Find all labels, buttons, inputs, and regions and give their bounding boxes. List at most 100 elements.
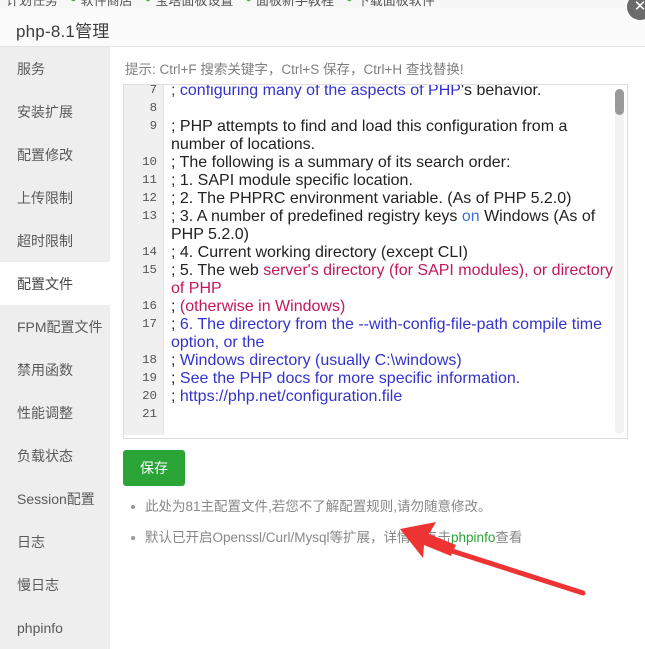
sidebar-item-label: FPM配置文件 xyxy=(17,318,103,335)
sidebar-item-performance-tuning[interactable]: 性能调整 xyxy=(0,391,110,434)
sidebar-item-install-extension[interactable]: 安装扩展 xyxy=(0,90,110,133)
sidebar-item-config-file[interactable]: 配置文件 xyxy=(0,262,110,305)
code-line[interactable]: ; 5. The web server's directory (for SAP… xyxy=(165,262,620,298)
line-number: 21 xyxy=(142,407,157,421)
close-icon[interactable]: ✕ xyxy=(625,0,645,22)
sidebar-item-label: 日志 xyxy=(17,533,45,550)
code-token: ; xyxy=(171,388,180,405)
code-token: ; 2. The PHPRC environment variable. (As… xyxy=(171,190,572,207)
list-item: 此处为81主配置文件,若您不了解配置规则,请勿随意修改。 xyxy=(131,497,645,517)
code-token: ; 1. SAPI module specific location. xyxy=(171,172,413,189)
line-number-gutter: 7 8 9 10 11 12 13 14 15 16 17 18 19 20 21 xyxy=(124,84,164,435)
sidebar-item-label: 安装扩展 xyxy=(17,103,73,120)
line-number: 12 xyxy=(142,191,157,205)
code-line[interactable] xyxy=(165,100,620,118)
sidebar-item-label: phpinfo xyxy=(17,619,63,636)
code-token: ; The following is a summary of its sear… xyxy=(171,154,511,171)
code-line[interactable]: ; 1. SAPI module specific location. xyxy=(165,172,620,190)
code-line[interactable]: ; configuring many of the aspects of PHP… xyxy=(165,84,620,100)
line-number: 19 xyxy=(142,371,157,385)
code-token: ; configuring many of the aspects of PHP xyxy=(171,84,461,99)
sidebar-item-label: 配置修改 xyxy=(17,146,73,163)
dot-icon: ● xyxy=(245,0,252,5)
line-number: 18 xyxy=(142,353,157,367)
code-line[interactable] xyxy=(165,406,620,424)
code-token: https://php.net/configuration.file xyxy=(179,388,403,405)
line-number: 10 xyxy=(142,155,157,169)
code-line[interactable]: ; 3. A number of predefined registry key… xyxy=(165,208,620,244)
dot-icon: ● xyxy=(70,0,77,5)
sidebar-item-phpinfo[interactable]: phpinfo xyxy=(0,606,110,649)
shortcut-hint-text: 提示: Ctrl+F 搜索关键字，Ctrl+S 保存，Ctrl+H 查找替换! xyxy=(125,62,464,77)
note-text: 此处为81主配置文件,若您不了解配置规则,请勿随意修改。 xyxy=(145,499,492,514)
sidebar-item-upload-limit[interactable]: 上传限制 xyxy=(0,176,110,219)
sidebar-item-log[interactable]: 日志 xyxy=(0,520,110,563)
sidebar-item-label: 性能调整 xyxy=(17,404,73,421)
code-line[interactable]: ; https://php.net/configuration.file xyxy=(165,388,620,406)
config-file-editor[interactable]: 7 8 9 10 11 12 13 14 15 16 17 18 19 20 21 ; configurin… xyxy=(123,84,628,439)
sidebar-item-service[interactable]: 服务 xyxy=(0,47,110,90)
sidebar-item-label: Session配置 xyxy=(17,490,95,507)
code-token: ; PHP attempts to find and load this con… xyxy=(171,118,572,153)
line-number: 16 xyxy=(142,299,157,313)
code-token: ; xyxy=(171,298,180,315)
sidebar-item-load-status[interactable]: 负载状态 xyxy=(0,434,110,477)
sidebar: 服务 安装扩展 配置修改 上传限制 超时限制 配置文件 FPM配置文件 禁用函数… xyxy=(0,47,110,649)
code-content[interactable]: ; configuring many of the aspects of PHP… xyxy=(165,84,627,438)
code-line[interactable]: ; Windows directory (usually C:\windows) xyxy=(165,352,620,370)
dialog-header: php-8.1管理 xyxy=(0,8,645,47)
note-text: 默认已开启Openssl/Curl/Mysql等扩展，详情可点击 xyxy=(145,530,452,545)
code-line[interactable]: ; 4. Current working directory (except C… xyxy=(165,244,620,262)
scrollbar-thumb[interactable] xyxy=(615,89,624,115)
sidebar-item-label: 配置文件 xyxy=(17,275,73,292)
code-token: on xyxy=(461,208,480,225)
line-number: 9 xyxy=(149,119,157,133)
code-token: ; xyxy=(171,316,180,333)
sidebar-item-timeout-limit[interactable]: 超时限制 xyxy=(0,219,110,262)
notes-list: 此处为81主配置文件,若您不了解配置规则,请勿随意修改。 默认已开启Openss… xyxy=(123,497,645,559)
line-number: 11 xyxy=(142,173,157,187)
code-line[interactable]: ; The following is a summary of its sear… xyxy=(165,154,620,172)
code-line[interactable]: ; 6. The directory from the --with-confi… xyxy=(165,316,620,352)
code-token: Windows directory (usually C:\windows) xyxy=(179,352,462,369)
code-token: ; 3. A number of predefined registry key… xyxy=(171,208,462,225)
close-glyph: ✕ xyxy=(633,0,645,15)
code-token: 6. The directory from the --with-config-… xyxy=(171,316,607,351)
dot-icon: ● xyxy=(346,0,353,5)
code-line[interactable]: ; PHP attempts to find and load this con… xyxy=(165,118,620,154)
sidebar-item-slow-log[interactable]: 慢日志 xyxy=(0,563,110,606)
line-number: 7 xyxy=(149,84,157,97)
code-token: ; xyxy=(171,370,180,387)
sidebar-item-label: 服务 xyxy=(17,60,45,77)
line-number: 15 xyxy=(142,263,157,277)
list-item: 默认已开启Openssl/Curl/Mysql等扩展，详情可点击phpinfo查… xyxy=(131,528,645,548)
sidebar-item-label: 负载状态 xyxy=(17,447,73,464)
code-line[interactable]: ; See the PHP docs for more specific inf… xyxy=(165,370,620,388)
code-line[interactable]: ; (otherwise in Windows) xyxy=(165,298,620,316)
line-number: 17 xyxy=(142,317,157,331)
sidebar-item-label: 上传限制 xyxy=(17,189,73,206)
sidebar-item-label: 慢日志 xyxy=(17,576,59,593)
code-token: ; 5. The web xyxy=(171,262,264,279)
sidebar-item-session-config[interactable]: Session配置 xyxy=(0,477,110,520)
main-panel: 提示: Ctrl+F 搜索关键字，Ctrl+S 保存，Ctrl+H 查找替换! … xyxy=(110,47,645,602)
code-line[interactable]: ; 2. The PHPRC environment variable. (As… xyxy=(165,190,620,208)
sidebar-item-label: 超时限制 xyxy=(17,232,73,249)
dot-icon: ● xyxy=(145,0,152,5)
sidebar-item-config-modify[interactable]: 配置修改 xyxy=(0,133,110,176)
line-number: 14 xyxy=(142,245,157,259)
line-number: 13 xyxy=(142,209,157,223)
sidebar-item-fpm-config-file[interactable]: FPM配置文件 xyxy=(0,305,110,348)
code-token: See the PHP docs for more specific infor… xyxy=(179,370,521,387)
phpinfo-link[interactable]: phpinfo xyxy=(451,530,495,545)
sidebar-item-disabled-functions[interactable]: 禁用函数 xyxy=(0,348,110,391)
code-token: (otherwise in Windows) xyxy=(179,298,346,315)
save-button[interactable]: 保存 xyxy=(123,450,185,486)
code-token: ; xyxy=(171,352,180,369)
editor-scrollbar[interactable] xyxy=(615,89,624,434)
sidebar-item-label: 禁用函数 xyxy=(17,361,73,378)
page-title: php-8.1管理 xyxy=(16,22,110,41)
line-number: 20 xyxy=(142,389,157,403)
code-token: 's behavior. xyxy=(460,84,542,99)
note-text-after: 查看 xyxy=(495,530,523,545)
